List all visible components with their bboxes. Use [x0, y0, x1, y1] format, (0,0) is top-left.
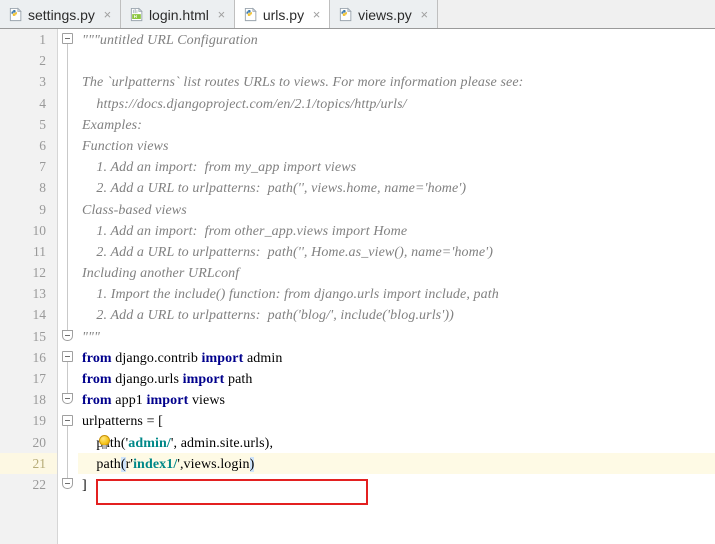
code-line[interactable]: Class-based views: [78, 199, 715, 220]
line-number: 15: [32, 328, 47, 344]
close-icon[interactable]: ×: [102, 8, 113, 21]
editor-tab-urls-py[interactable]: urls.py ×: [234, 0, 331, 28]
code-line-text: 2. Add a URL to urlpatterns: path('', Ho…: [82, 244, 494, 260]
line-number: 9: [39, 201, 46, 217]
code-line-text: path(r'index1/',views.login): [82, 456, 255, 472]
code-line[interactable]: 1. Add an import: from my_app import vie…: [78, 156, 715, 177]
code-line-text: Examples:: [82, 117, 142, 133]
fold-toggle-icon[interactable]: [62, 478, 73, 490]
line-number: 18: [32, 392, 47, 408]
code-line[interactable]: 2. Add a URL to urlpatterns: path('', vi…: [78, 177, 715, 198]
code-line[interactable]: Examples:: [78, 114, 715, 135]
line-number: 10: [32, 222, 47, 238]
tab-label: urls.py: [262, 6, 305, 23]
line-number: 11: [33, 243, 46, 259]
fold-region-bar: [67, 424, 68, 481]
line-number: 7: [39, 159, 46, 175]
code-line-text: from django.urls import path: [82, 372, 253, 387]
code-line-text: Function views: [82, 138, 169, 154]
code-line-text: 1. Add an import: from my_app import vie…: [82, 160, 357, 176]
line-number: 3: [39, 74, 46, 90]
code-line-text: https://docs.djangoproject.com/en/2.1/to…: [82, 96, 407, 112]
tab-label: login.html: [148, 6, 209, 23]
code-line[interactable]: 1. Import the include() function: from d…: [78, 283, 715, 304]
line-number: 20: [32, 434, 47, 450]
code-line-text: 1. Add an import: from other_app.views i…: [82, 223, 408, 239]
tab-label: views.py: [358, 6, 412, 23]
code-line-text: 2. Add a URL to urlpatterns: path('', vi…: [82, 181, 467, 197]
fold-toggle-icon[interactable]: [62, 33, 73, 44]
code-content-area[interactable]: """untitled URL Configuration The `urlpat…: [78, 29, 715, 544]
code-line[interactable]: from django.contrib import admin: [78, 347, 715, 368]
bulb-base: [102, 444, 107, 449]
close-icon[interactable]: ×: [311, 8, 322, 21]
editor-tab-views-py[interactable]: views.py ×: [330, 0, 438, 28]
line-number: 14: [32, 307, 47, 323]
tab-label: settings.py: [28, 6, 95, 23]
line-number: 21: [0, 452, 57, 474]
code-line-text: urlpatterns = [: [82, 414, 163, 430]
code-line-text: The `urlpatterns` list routes URLs to vi…: [82, 75, 524, 91]
code-line[interactable]: from app1 import views: [78, 389, 715, 410]
editor-tab-bar[interactable]: settings.py × Hlogin.html × urls.py × views.py…: [0, 0, 715, 29]
code-line[interactable]: path('admin/', admin.site.urls),: [78, 432, 715, 453]
code-editor[interactable]: 1 2 3 4 5 6 7 8 9 10 11 12 13 14 15 16 17 18 19 20 21 22 """u…: [0, 29, 715, 544]
code-line[interactable]: """untitled URL Configuration: [78, 29, 715, 50]
line-number: 6: [39, 137, 46, 153]
line-number: 4: [39, 95, 46, 111]
line-number-gutter[interactable]: 1 2 3 4 5 6 7 8 9 10 11 12 13 14 15 16 17 18 19 20 21 22: [0, 29, 58, 544]
code-line[interactable]: The `urlpatterns` list routes URLs to vi…: [78, 71, 715, 92]
code-line[interactable]: https://docs.djangoproject.com/en/2.1/to…: [78, 93, 715, 114]
fold-toggle-icon[interactable]: [62, 414, 73, 426]
fold-toggle-icon[interactable]: [62, 351, 73, 362]
code-line-text: from app1 import views: [82, 393, 226, 409]
intention-bulb-icon[interactable]: [98, 434, 111, 450]
code-line[interactable]: path(r'index1/',views.login): [78, 452, 715, 474]
line-number: 13: [32, 286, 47, 302]
line-number: 17: [32, 371, 47, 386]
html-file-icon: H: [130, 7, 143, 22]
fold-region-bar: [67, 361, 68, 396]
code-line[interactable]: """: [78, 326, 715, 347]
code-line[interactable]: from django.urls import path: [78, 368, 715, 389]
close-icon[interactable]: ×: [419, 8, 430, 21]
code-line[interactable]: 2. Add a URL to urlpatterns: path('', Ho…: [78, 241, 715, 262]
python-file-icon: [339, 7, 352, 22]
line-number: 16: [32, 349, 47, 365]
editor-tab-settings-py[interactable]: settings.py ×: [0, 0, 121, 28]
fold-toggle-icon[interactable]: [62, 393, 73, 405]
fold-toggle-icon[interactable]: [62, 329, 73, 341]
line-number: 2: [39, 53, 46, 69]
code-line[interactable]: [78, 50, 715, 71]
line-number: 8: [39, 180, 46, 196]
code-line[interactable]: ]: [78, 474, 715, 495]
line-number: 1: [39, 32, 46, 47]
close-icon[interactable]: ×: [216, 8, 227, 21]
python-file-icon: [244, 7, 257, 22]
code-line-text: """: [82, 329, 100, 345]
code-line-text: """untitled URL Configuration: [82, 33, 258, 48]
fold-region-bar: [67, 43, 68, 332]
code-line[interactable]: 2. Add a URL to urlpatterns: path('blog/…: [78, 304, 715, 325]
code-line[interactable]: 1. Add an import: from other_app.views i…: [78, 220, 715, 241]
code-line[interactable]: urlpatterns = [: [78, 410, 715, 431]
code-line-text: 1. Import the include() function: from d…: [82, 287, 499, 303]
line-number: 22: [32, 476, 47, 492]
line-number: 19: [32, 413, 47, 429]
code-line-text: Class-based views: [82, 202, 187, 218]
code-line-text: ]: [82, 477, 87, 493]
code-line-text: from django.contrib import admin: [82, 350, 283, 366]
line-number: 5: [39, 116, 46, 132]
editor-tab-login-html[interactable]: Hlogin.html ×: [120, 0, 235, 28]
code-folding-strip[interactable]: [58, 29, 78, 544]
line-number: 12: [32, 265, 47, 281]
svg-text:H: H: [134, 14, 137, 19]
python-file-icon: [9, 7, 22, 22]
code-line[interactable]: Including another URLconf: [78, 262, 715, 283]
code-line-text: 2. Add a URL to urlpatterns: path('blog/…: [82, 308, 454, 324]
code-line[interactable]: Function views: [78, 135, 715, 156]
code-line-text: Including another URLconf: [82, 266, 240, 282]
